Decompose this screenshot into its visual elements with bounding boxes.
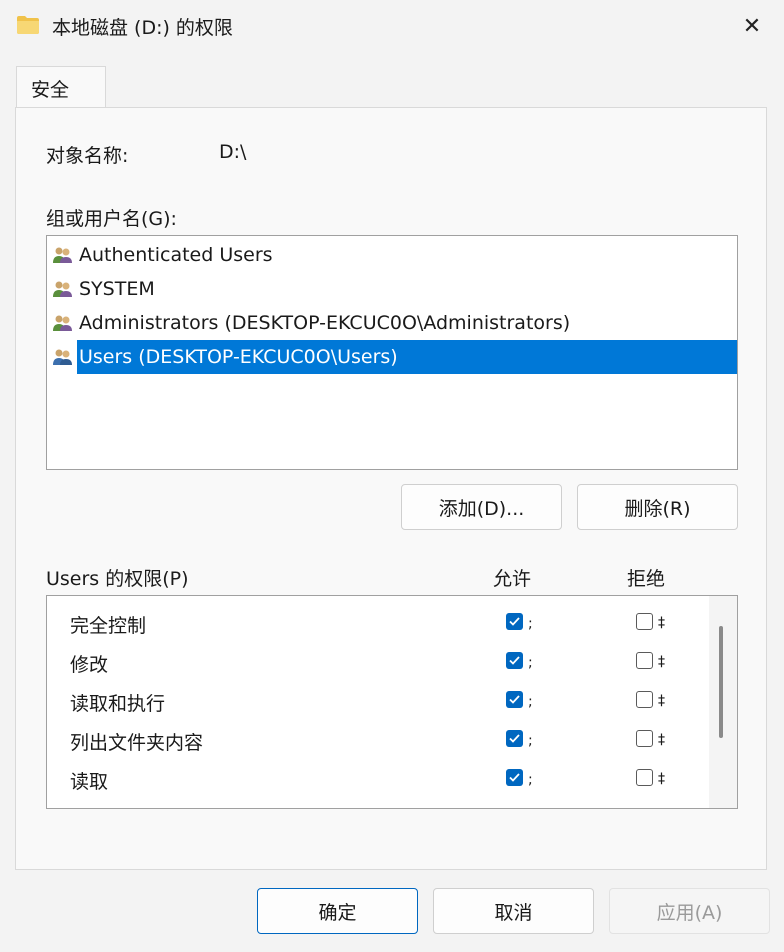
permission-name: 读取 [70,771,109,793]
deny-checkbox[interactable] [636,613,653,630]
allow-checkbox[interactable] [506,769,523,786]
close-icon: ✕ [742,13,762,39]
allow-checkbox[interactable] [506,613,523,630]
permission-name: 读取和执行 [70,693,166,715]
group-item-label: Users (DESKTOP-EKCUC0O\Users) [77,340,737,374]
window-edge [768,107,784,870]
truncated-glyph: ; [528,655,533,671]
permission-row: 列出文件夹内容 ; ‡ [47,720,707,759]
allow-checkbox[interactable] [506,691,523,708]
title-bar: 本地磁盘 (D:) 的权限 ✕ [0,0,784,52]
truncated-glyph: ‡ [658,693,665,709]
tab-strip: 安全 [0,52,784,108]
window-title: 本地磁盘 (D:) 的权限 [52,17,233,39]
scrollbar-thumb[interactable] [719,626,723,738]
deny-checkbox[interactable] [636,730,653,747]
allow-checkbox[interactable] [506,730,523,747]
deny-checkbox[interactable] [636,769,653,786]
permission-row: 完全控制 ; ‡ [47,603,707,642]
ok-button[interactable]: 确定 [257,888,418,934]
cancel-button[interactable]: 取消 [433,888,594,934]
permission-name: 完全控制 [70,615,147,637]
users-icon [53,349,72,365]
check-icon [509,656,520,665]
check-icon [509,734,520,743]
truncated-glyph: ; [528,616,533,632]
allow-checkbox[interactable] [506,652,523,669]
permissions-label: Users 的权限(P) [46,568,189,590]
truncated-glyph: ‡ [658,654,665,670]
deny-checkbox[interactable] [636,652,653,669]
check-icon [509,617,520,626]
check-icon [509,695,520,704]
group-item-system[interactable]: SYSTEM [47,272,737,306]
group-item-users[interactable]: Users (DESKTOP-EKCUC0O\Users) [47,340,737,374]
truncated-glyph: ; [528,694,533,710]
permission-row: 修改 ; ‡ [47,642,707,681]
group-item-administrators[interactable]: Administrators (DESKTOP-EKCUC0O\Administ… [47,306,737,340]
allow-checkbox[interactable] [506,808,523,809]
object-name-label: 对象名称: [46,145,129,167]
check-icon [509,773,520,782]
permissions-scrollbar[interactable] [709,596,737,808]
group-item-authenticated-users[interactable]: Authenticated Users [47,238,737,272]
close-button[interactable]: ✕ [720,0,784,52]
tab-security[interactable]: 安全 [16,66,106,108]
permission-row: 读取和执行 ; ‡ [47,681,707,720]
deny-checkbox[interactable] [636,691,653,708]
truncated-glyph: ‡ [658,771,665,787]
permission-row: 写入 [47,798,707,809]
dialog-footer: 确定 取消 应用(A) [0,870,784,952]
truncated-glyph: ; [528,772,533,788]
remove-button[interactable]: 删除(R) [577,484,738,530]
group-item-label: Administrators (DESKTOP-EKCUC0O\Administ… [79,312,571,334]
allow-header: 允许 [493,568,532,590]
group-item-label: SYSTEM [79,278,155,300]
permissions-list: 完全控制 ; ‡ 修改 ; ‡ 读取和执行 ; ‡ 列出文件夹内容 ; ‡ 读取 [46,595,738,809]
groups-label: 组或用户名(G): [46,208,177,230]
permission-name: 写入 [70,806,108,808]
permission-name: 修改 [70,654,109,676]
users-icon [53,315,72,331]
truncated-glyph: ‡ [658,732,665,748]
groups-listbox[interactable]: Authenticated Users SYSTEM Administrator… [46,235,738,470]
object-name-value: D:\ [219,141,247,163]
tab-security-label: 安全 [31,79,70,101]
permission-row: 读取 ; ‡ [47,759,707,798]
group-item-label: Authenticated Users [79,244,273,266]
folder-icon [17,16,39,34]
permission-name: 列出文件夹内容 [70,732,204,754]
users-icon [53,247,72,263]
users-icon [53,281,72,297]
deny-header: 拒绝 [627,568,666,590]
add-button[interactable]: 添加(D)... [401,484,562,530]
truncated-glyph: ; [528,733,533,749]
deny-checkbox[interactable] [636,808,653,809]
apply-button[interactable]: 应用(A) [609,888,770,934]
truncated-glyph: ‡ [658,615,665,631]
